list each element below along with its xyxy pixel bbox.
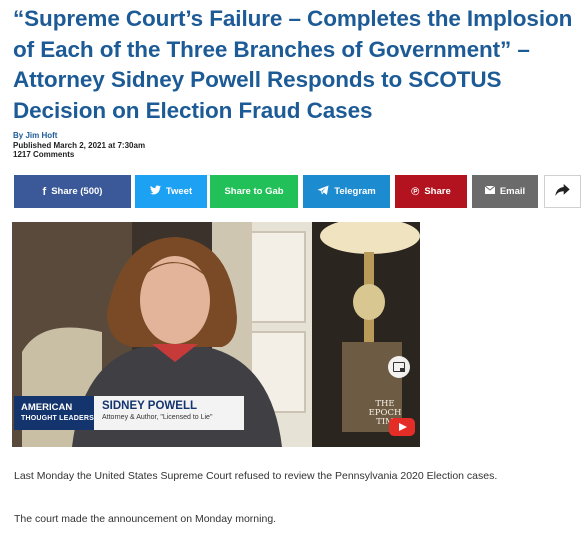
byline[interactable]: By Jim Hoft: [13, 131, 145, 141]
pinterest-icon: ℗: [411, 185, 420, 198]
email-icon: [484, 185, 496, 197]
share-bar: f Share (500) Tweet Share to Gab Telegra…: [14, 175, 584, 208]
guest-title: Attorney & Author, "Licensed to Lie": [102, 414, 213, 421]
article-paragraph-1: Last Monday the United States Supreme Co…: [14, 470, 498, 482]
more-share-button[interactable]: [544, 175, 581, 208]
email-share-label: Email: [499, 186, 526, 197]
telegram-icon: [317, 185, 329, 198]
guest-name-box: SIDNEY POWELL Attorney & Author, "Licens…: [94, 396, 244, 430]
article-meta: By Jim Hoft Published March 2, 2021 at 7…: [13, 131, 145, 160]
show-name-line1: AMERICAN: [21, 402, 73, 413]
show-name-box: AMERICAN THOUGHT LEADERS: [14, 396, 94, 430]
telegram-share-label: Telegram: [334, 186, 376, 197]
guest-name: SIDNEY POWELL: [102, 400, 197, 412]
facebook-icon: f: [42, 185, 47, 198]
twitter-share-label: Tweet: [165, 186, 193, 197]
twitter-share-button[interactable]: Tweet: [135, 175, 207, 208]
article-paragraph-2: The court made the announcement on Monda…: [14, 513, 277, 525]
pinterest-share-button[interactable]: ℗ Share: [395, 175, 467, 208]
article-headline[interactable]: “Supreme Court’s Failure – Completes the…: [13, 4, 581, 126]
comments-count[interactable]: 1217 Comments: [13, 150, 145, 160]
show-name-line2: THOUGHT LEADERS: [21, 415, 94, 422]
telegram-share-button[interactable]: Telegram: [303, 175, 390, 208]
forward-arrow-icon: [555, 184, 570, 199]
twitter-icon: [149, 185, 161, 198]
published-date: Published March 2, 2021 at 7:30am: [13, 140, 146, 150]
youtube-play-icon[interactable]: [389, 418, 415, 436]
facebook-share-label: Share (500): [51, 186, 103, 197]
pinterest-share-label: Share: [424, 186, 451, 197]
picture-in-picture-icon[interactable]: [388, 356, 410, 378]
article-page: “Supreme Court’s Failure – Completes the…: [0, 0, 584, 535]
gab-share-button[interactable]: Share to Gab: [210, 175, 298, 208]
facebook-share-button[interactable]: f Share (500): [14, 175, 131, 208]
email-share-button[interactable]: Email: [472, 175, 538, 208]
gab-share-label: Share to Gab: [224, 186, 284, 197]
